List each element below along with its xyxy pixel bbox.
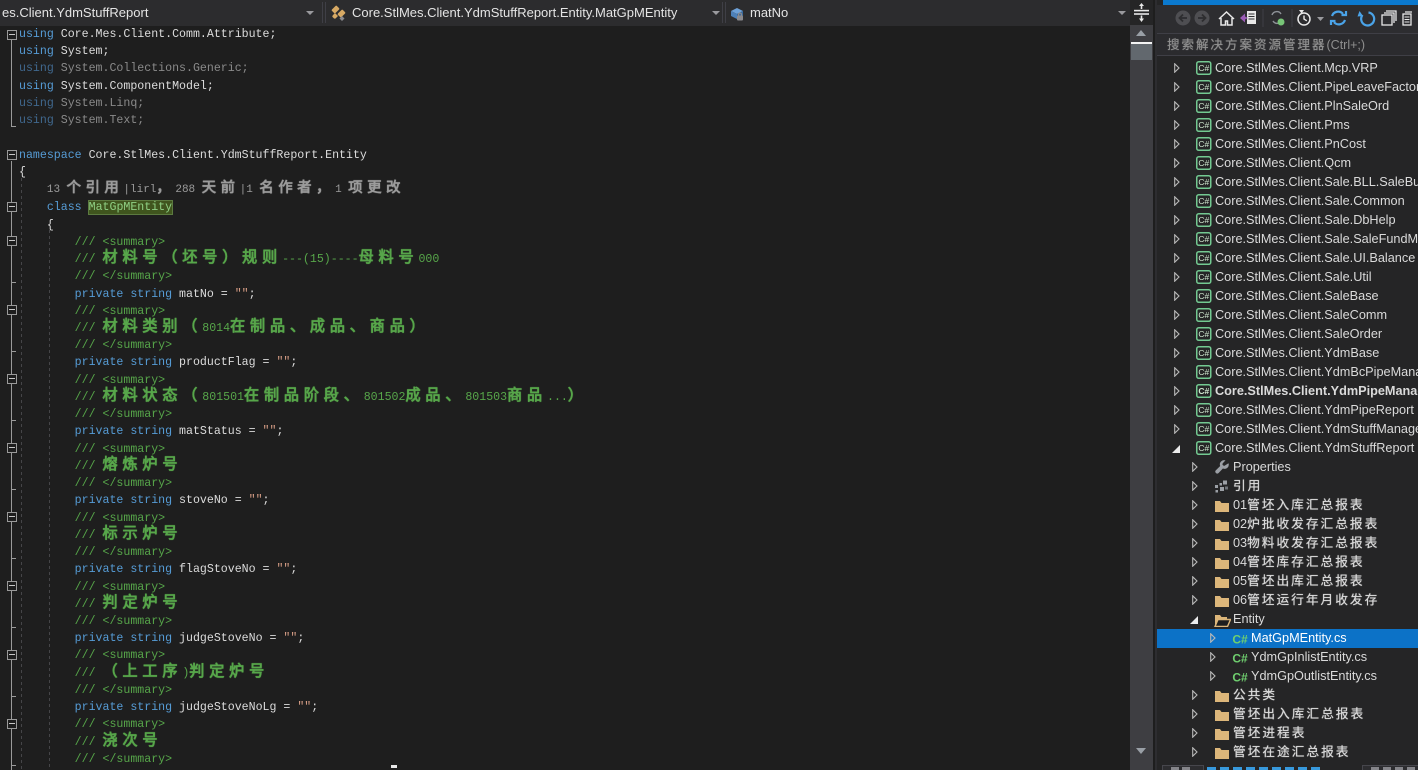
svg-text:C#: C# <box>1198 234 1209 244</box>
svg-text:C#: C# <box>1198 386 1209 396</box>
svg-text:C#: C# <box>1198 215 1209 225</box>
svg-text:C#: C# <box>1232 651 1248 665</box>
svg-text:C#: C# <box>1198 82 1209 92</box>
svg-text:C#: C# <box>1198 443 1209 453</box>
svg-text:C#: C# <box>1198 139 1209 149</box>
svg-text:C#: C# <box>1198 310 1209 320</box>
svg-text:C#: C# <box>1198 291 1209 301</box>
svg-text:C#: C# <box>1232 670 1248 684</box>
svg-text:C#: C# <box>1232 632 1248 646</box>
svg-text:C#: C# <box>1198 348 1209 358</box>
svg-text:C#: C# <box>1198 63 1209 73</box>
svg-text:C#: C# <box>1198 424 1209 434</box>
svg-text:C#: C# <box>1198 253 1209 263</box>
svg-text:C#: C# <box>1198 272 1209 282</box>
svg-text:C#: C# <box>1198 329 1209 339</box>
svg-text:C#: C# <box>1198 101 1209 111</box>
svg-text:C#: C# <box>1198 158 1209 168</box>
svg-text:C#: C# <box>1198 405 1209 415</box>
svg-text:C#: C# <box>1198 196 1209 206</box>
svg-text:C#: C# <box>1198 367 1209 377</box>
svg-text:C#: C# <box>1198 120 1209 130</box>
svg-text:C#: C# <box>1198 177 1209 187</box>
